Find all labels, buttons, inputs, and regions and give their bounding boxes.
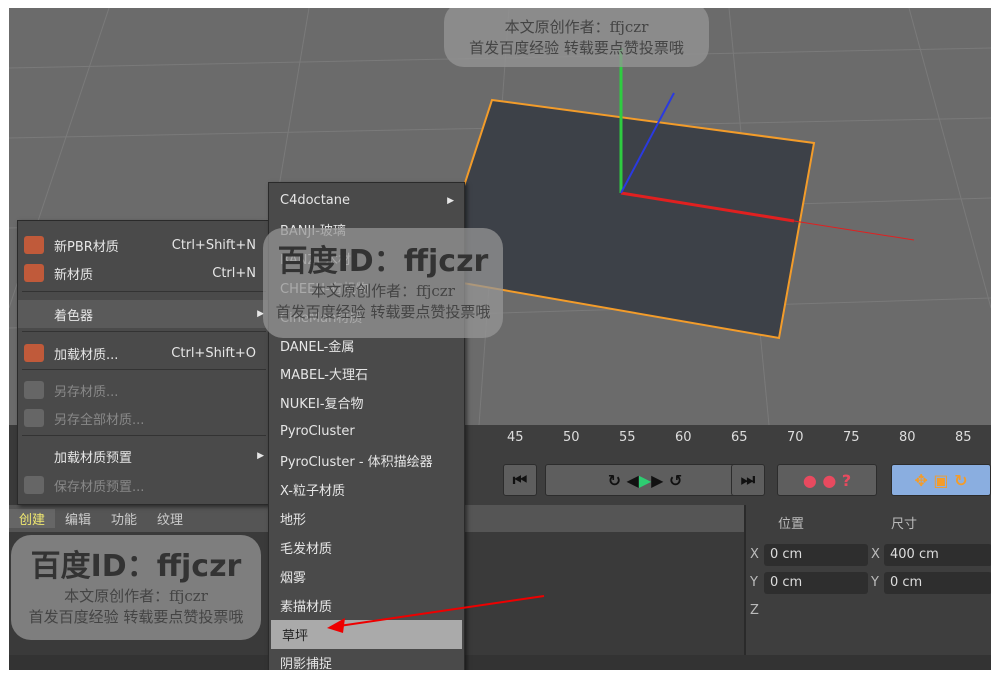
red-arrow-annotation [327,595,545,633]
cinema4d-window: 45 50 55 60 65 70 75 80 85 ⏮ ↻ ◀ ▶ ▶ ↺ ⏭ ● ● ? ✥… [9,8,991,670]
